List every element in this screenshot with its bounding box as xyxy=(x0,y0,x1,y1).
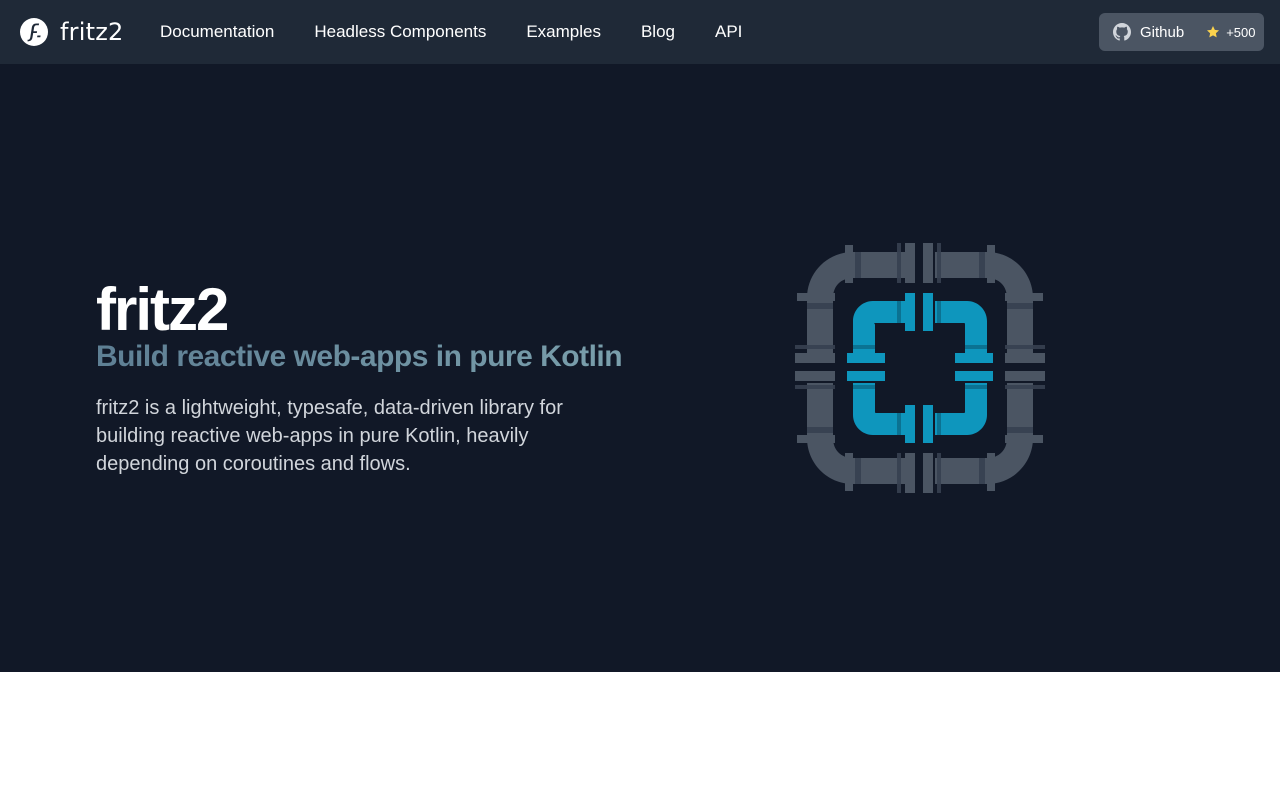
github-button[interactable]: Github +500 xyxy=(1099,13,1264,51)
main-nav: Documentation Headless Components Exampl… xyxy=(160,0,782,64)
top-navbar: fritz2 Documentation Headless Components… xyxy=(0,0,1280,64)
brand-name: fritz2 xyxy=(60,18,124,46)
pipes-illustration xyxy=(795,243,1045,493)
nav-link-headless-components[interactable]: Headless Components xyxy=(314,22,486,42)
github-label: Github xyxy=(1140,23,1185,41)
nav-link-examples[interactable]: Examples xyxy=(526,22,601,42)
hero-description: fritz2 is a lightweight, typesafe, data-… xyxy=(96,397,563,475)
hero-title: fritz2 xyxy=(96,276,229,343)
fritz2-logo-icon xyxy=(20,18,48,46)
nav-link-documentation[interactable]: Documentation xyxy=(160,22,274,42)
star-icon xyxy=(1207,26,1220,38)
hero-subtitle: Build reactive web-apps in pure Kotlin xyxy=(96,337,623,377)
github-icon xyxy=(1113,23,1131,41)
nav-link-api[interactable]: API xyxy=(715,22,742,42)
hero-section: fritz2 Build reactive web-apps in pure K… xyxy=(0,64,1280,672)
github-star-count: +500 xyxy=(1226,24,1256,40)
nav-link-blog[interactable]: Blog xyxy=(641,22,675,42)
brand-home-link[interactable]: fritz2 xyxy=(20,16,123,48)
